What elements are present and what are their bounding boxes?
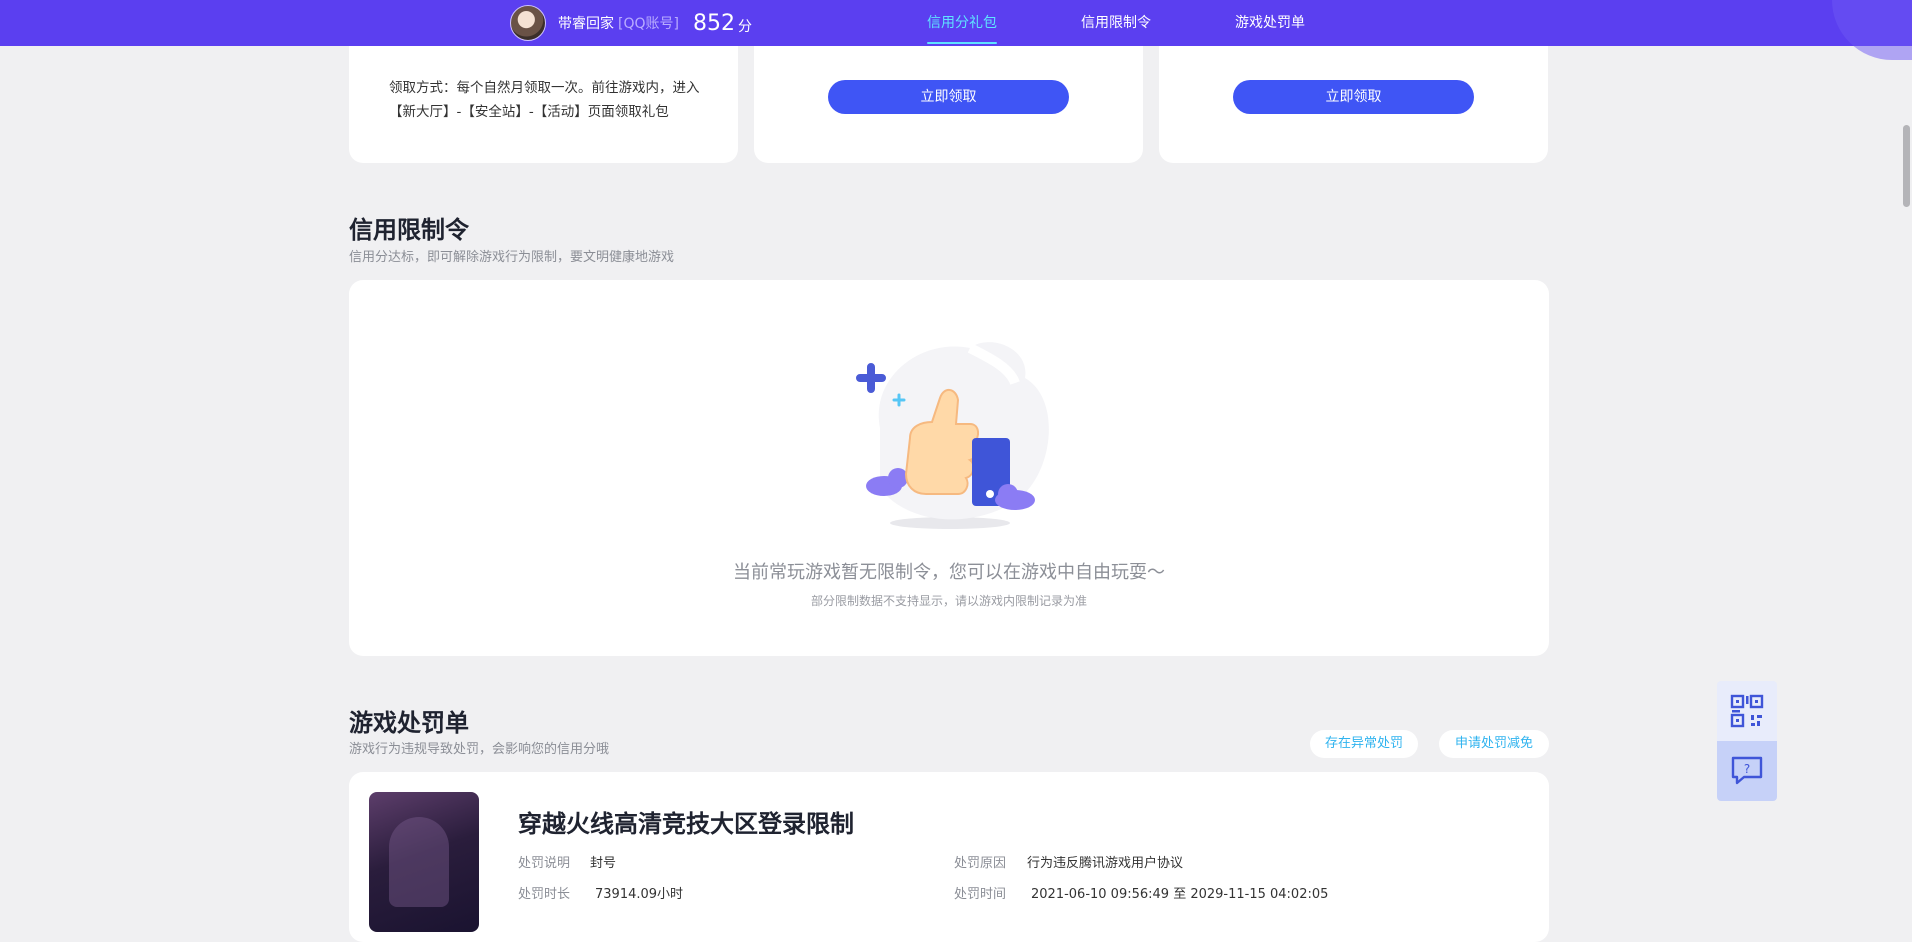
penalty-duration-value: 73914.09小时 <box>595 887 684 902</box>
penalty-game-title: 穿越火线高清竞技大区登录限制 <box>518 810 854 838</box>
claim-button-2[interactable]: 立即领取 <box>1233 80 1474 114</box>
penalty-time-label: 处罚时间 <box>954 887 1007 902</box>
top-nav-bar: 带睿回家 [QQ账号] 852 分 信用分礼包 信用限制令 游戏处罚单 <box>0 0 1912 60</box>
thumbs-up-icon <box>856 342 1049 529</box>
penalty-reason-value: 行为违反腾讯游戏用户协议 <box>1027 856 1184 871</box>
penalty-desc-label: 处罚说明 <box>518 856 571 871</box>
tab-game-penalty[interactable]: 游戏处罚单 <box>1235 0 1305 46</box>
report-abnormal-button[interactable]: 存在异常处罚 <box>1310 730 1418 758</box>
tab-credit-restriction[interactable]: 信用限制令 <box>1081 0 1151 46</box>
penalty-duration-label: 处罚时长 <box>518 887 571 902</box>
avatar[interactable] <box>510 5 546 41</box>
account-type: [QQ账号] <box>618 16 679 32</box>
help-chat-icon: ? <box>1731 756 1763 785</box>
gift-card-desc: 领取方式：每个自然月领取一次。前往游戏内，进入【新大厅】-【安全站】-【活动】页… <box>389 80 700 120</box>
apply-reduction-button[interactable]: 申请处罚减免 <box>1439 730 1549 758</box>
penalty-desc-value: 封号 <box>590 856 617 871</box>
user-name: 带睿回家 <box>558 16 614 32</box>
svg-text:?: ? <box>1744 762 1750 776</box>
restriction-empty-message: 当前常玩游戏暂无限制令，您可以在游戏中自由玩耍～ <box>733 562 1165 583</box>
game-cover-image <box>369 792 479 932</box>
credit-score: 852 <box>692 10 735 36</box>
page-scrollbar-thumb[interactable] <box>1903 125 1910 207</box>
restriction-subtitle: 信用分达标，即可解除游戏行为限制，要文明健康地游戏 <box>349 250 675 265</box>
penalty-title: 游戏处罚单 <box>349 709 469 737</box>
restriction-title: 信用限制令 <box>349 216 469 244</box>
user-info: 带睿回家 [QQ账号] 852 分 <box>510 5 752 41</box>
qr-code-icon <box>1730 694 1764 728</box>
qr-code-button[interactable] <box>1717 681 1777 741</box>
restriction-empty-note: 部分限制数据不支持显示，请以游戏内限制记录为准 <box>810 594 1087 608</box>
header-decoration <box>1832 0 1912 60</box>
credit-score-unit: 分 <box>737 19 752 35</box>
tab-credit-gift[interactable]: 信用分礼包 <box>927 0 997 46</box>
penalty-reason-label: 处罚原因 <box>954 856 1007 871</box>
penalty-subtitle: 游戏行为违规导致处罚，会影响您的信用分哦 <box>349 742 610 757</box>
penalty-time-value: 2021-06-10 09:56:49 至 2029-11-15 04:02:0… <box>1031 887 1329 902</box>
claim-button-1[interactable]: 立即领取 <box>828 80 1069 114</box>
help-button[interactable]: ? <box>1717 741 1777 801</box>
